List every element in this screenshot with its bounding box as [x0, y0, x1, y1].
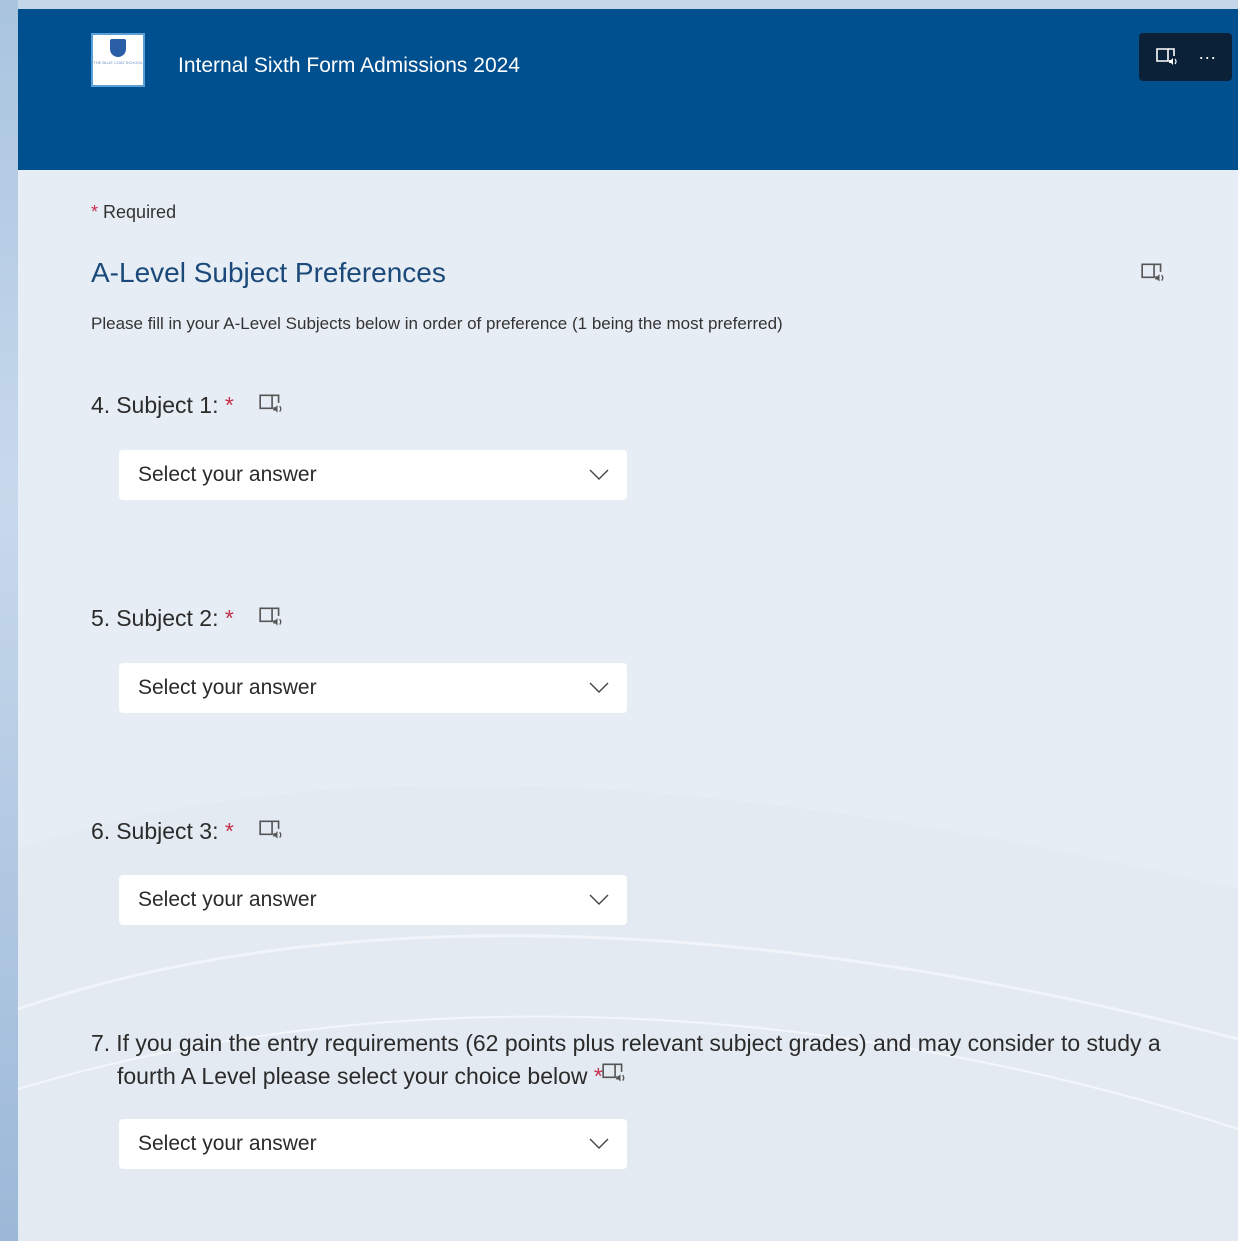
question-text: Subject 2:	[116, 605, 219, 632]
dropdown-placeholder: Select your answer	[138, 888, 317, 911]
required-star: *	[91, 202, 99, 222]
required-star: *	[224, 605, 234, 632]
question-immersive-reader-button[interactable]	[258, 605, 284, 635]
header-toolbar: ···	[1139, 33, 1232, 81]
question-immersive-reader-button[interactable]	[258, 818, 284, 848]
fourth-a-level-dropdown[interactable]: Select your answer	[119, 1119, 627, 1169]
crest-icon	[110, 39, 126, 57]
subject-1-dropdown[interactable]: Select your answer	[119, 450, 627, 500]
section-description: Please fill in your A-Level Subjects bel…	[91, 314, 783, 333]
required-note: * Required	[91, 202, 176, 223]
required-label: Required	[103, 202, 177, 222]
immersive-reader-icon	[259, 820, 282, 839]
question-text: Subject 3:	[116, 818, 219, 845]
logo-text: THE BLUE COAT SCHOOL	[93, 60, 143, 65]
required-star: *	[224, 818, 234, 845]
subject-3-dropdown[interactable]: Select your answer	[119, 875, 627, 925]
question-number: 6.	[91, 818, 111, 845]
chevron-down-icon	[589, 469, 609, 480]
immersive-reader-icon	[259, 607, 282, 626]
form-page: THE BLUE COAT SCHOOL Internal Sixth Form…	[18, 9, 1238, 1241]
question-fourth-a-level: 7. If you gain the entry requirements (62…	[91, 1027, 1187, 1094]
form-header: THE BLUE COAT SCHOOL Internal Sixth Form…	[18, 9, 1238, 170]
question-subject-2: 5. Subject 2: *	[91, 605, 284, 635]
question-subject-3: 6. Subject 3: *	[91, 818, 284, 848]
subject-2-dropdown[interactable]: Select your answer	[119, 663, 627, 713]
left-background-rail	[0, 0, 18, 1241]
immersive-reader-icon	[1141, 263, 1164, 282]
question-text: Subject 1:	[116, 392, 219, 419]
chevron-down-icon	[589, 1138, 609, 1149]
form-title: Internal Sixth Form Admissions 2024	[178, 54, 520, 77]
dropdown-placeholder: Select your answer	[138, 676, 317, 699]
chevron-down-icon	[589, 894, 609, 905]
chevron-down-icon	[589, 682, 609, 693]
question-number: 7.	[91, 1030, 111, 1056]
dropdown-placeholder: Select your answer	[138, 463, 317, 486]
immersive-reader-icon	[259, 394, 282, 413]
more-options-button[interactable]: ···	[1198, 47, 1216, 68]
immersive-reader-icon	[602, 1063, 625, 1083]
required-star: *	[224, 392, 234, 419]
question-text: If you gain the entry requirements (62 p…	[116, 1030, 1161, 1089]
question-immersive-reader-button[interactable]	[258, 392, 284, 422]
top-background-edge	[18, 0, 1238, 9]
school-logo: THE BLUE COAT SCHOOL	[91, 33, 145, 87]
section-immersive-reader-button[interactable]	[1140, 261, 1166, 290]
immersive-reader-button[interactable]	[1155, 46, 1179, 68]
question-number: 4.	[91, 392, 111, 419]
dropdown-placeholder: Select your answer	[138, 1132, 317, 1155]
question-number: 5.	[91, 605, 111, 632]
immersive-reader-icon	[1155, 48, 1177, 65]
question-subject-1: 4. Subject 1: *	[91, 392, 284, 422]
section-title: A-Level Subject Preferences	[91, 257, 446, 288]
